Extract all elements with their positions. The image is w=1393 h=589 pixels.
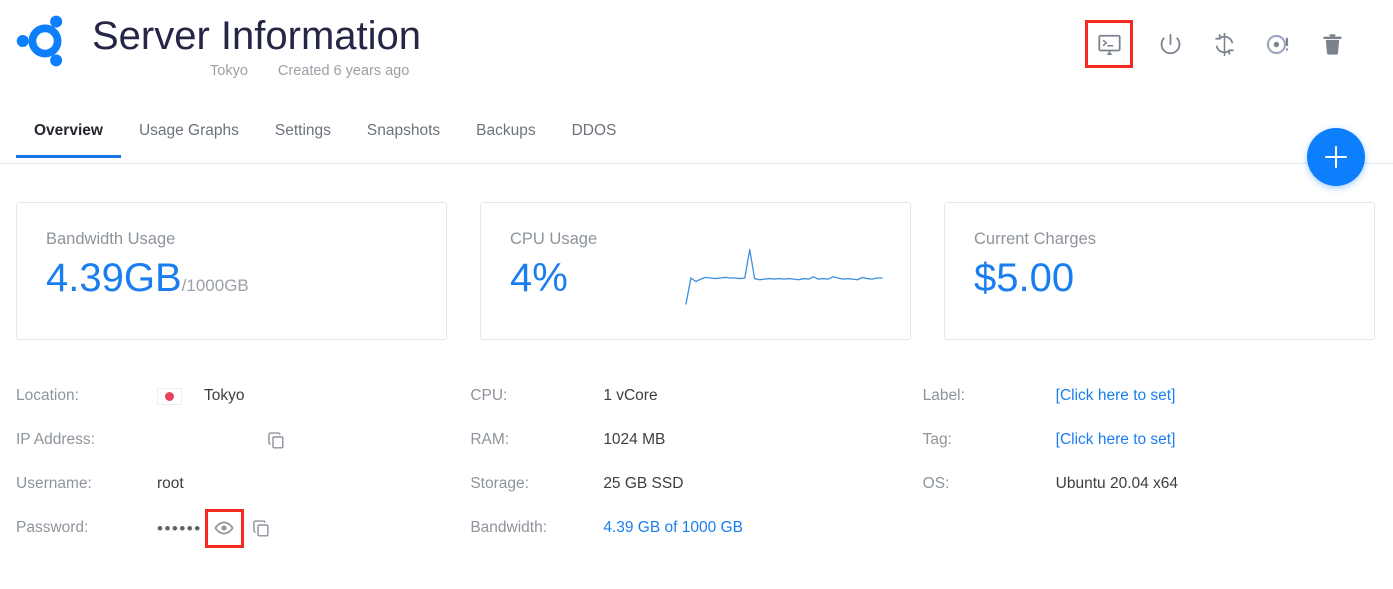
detail-key: Location: (16, 387, 79, 404)
restart-icon[interactable] (1197, 20, 1251, 68)
page-header: Server Information Tokyo Created 6 years… (0, 0, 1393, 108)
card-value-main: $5.00 (974, 256, 1075, 300)
details-column-2: CPU: 1 vCore RAM: 1024 MB Storage: 25 GB… (470, 374, 922, 550)
copy-icon[interactable] (263, 427, 289, 453)
card-cpu-usage: CPU Usage 4% (480, 202, 911, 340)
detail-key: CPU: (470, 387, 508, 404)
trash-icon[interactable] (1305, 20, 1359, 68)
tab-backups[interactable]: Backups (458, 108, 553, 157)
detail-key: Tag: (922, 431, 952, 448)
detail-value: Tokyo (157, 387, 245, 405)
power-icon[interactable] (1143, 20, 1197, 68)
detail-row-bandwidth: Bandwidth: 4.39 GB of 1000 GB (470, 506, 922, 550)
server-details: Location: Tokyo IP Address: Username: ro… (0, 340, 1393, 550)
detail-row-os: OS: Ubuntu 20.04 x64 (923, 462, 1377, 506)
detail-row-storage: Storage: 25 GB SSD (470, 462, 922, 506)
details-column-3: Label: [Click here to set] Tag: [Click h… (923, 374, 1377, 550)
detail-row-location: Location: Tokyo (16, 374, 470, 418)
detail-key: Storage: (470, 475, 529, 492)
tab-usage-graphs[interactable]: Usage Graphs (121, 108, 257, 157)
detail-value: 25 GB SSD (603, 475, 684, 492)
set-tag-link[interactable]: [Click here to set] (1056, 431, 1176, 449)
eye-icon[interactable] (204, 508, 244, 548)
detail-row-cpu: CPU: 1 vCore (470, 374, 922, 418)
server-region: Tokyo (210, 63, 248, 79)
detail-value: •••••• (157, 508, 275, 548)
detail-key: Bandwidth: (470, 519, 548, 536)
card-bandwidth-usage: Bandwidth Usage 4.39GB/1000GB (16, 202, 447, 340)
detail-value (157, 427, 289, 453)
add-button[interactable] (1307, 128, 1365, 186)
detail-value: Ubuntu 20.04 x64 (1055, 475, 1179, 492)
server-information-page: Server Information Tokyo Created 6 years… (0, 0, 1393, 589)
details-column-1: Location: Tokyo IP Address: Username: ro… (16, 374, 470, 550)
tab-snapshots[interactable]: Snapshots (349, 108, 458, 157)
tab-ddos[interactable]: DDOS (554, 108, 635, 157)
detail-row-tag: Tag: [Click here to set] (923, 418, 1377, 462)
cpu-sparkline-chart (685, 248, 883, 305)
card-value-main: 4.39GB (46, 256, 182, 300)
header-actions (1085, 20, 1359, 68)
page-subtitle: Tokyo Created 6 years ago (92, 63, 421, 79)
card-current-charges: Current Charges $5.00 (944, 202, 1375, 340)
detail-value: 1024 MB (603, 431, 666, 448)
tab-overview[interactable]: Overview (16, 108, 121, 158)
card-value-suffix: /1000GB (181, 276, 249, 295)
detail-value: 1 vCore (603, 387, 658, 404)
detail-row-ip-address: IP Address: (16, 418, 470, 462)
card-value-main: 4% (510, 256, 568, 300)
detail-row-label: Label: [Click here to set] (923, 374, 1377, 418)
bandwidth-link[interactable]: 4.39 GB of 1000 GB (603, 519, 743, 537)
detail-key: Label: (922, 387, 965, 404)
detail-key: OS: (922, 475, 950, 492)
title-block: Server Information Tokyo Created 6 years… (92, 12, 421, 79)
page-title: Server Information (92, 14, 422, 58)
japan-flag-icon (157, 387, 182, 405)
tab-bar: Overview Usage Graphs Settings Snapshots… (0, 108, 1393, 186)
server-created: Created 6 years ago (277, 63, 410, 79)
detail-key: Password: (16, 519, 89, 536)
detail-key: IP Address: (16, 431, 95, 448)
card-value: 4.39GB/1000GB (46, 255, 446, 309)
detail-row-password: Password: •••••• (16, 506, 470, 550)
detail-row-ram: RAM: 1024 MB (470, 418, 922, 462)
set-label-link[interactable]: [Click here to set] (1056, 387, 1176, 405)
detail-row-username: Username: root (16, 462, 470, 506)
card-value: $5.00 (974, 255, 1374, 301)
detail-value: root (157, 475, 184, 492)
plus-icon (1325, 146, 1347, 168)
detail-key: RAM: (470, 431, 510, 448)
stat-cards: Bandwidth Usage 4.39GB/1000GB CPU Usage … (0, 164, 1393, 340)
tab-settings[interactable]: Settings (257, 108, 349, 157)
copy-icon[interactable] (249, 515, 275, 541)
console-icon[interactable] (1085, 20, 1133, 68)
location-value: Tokyo (204, 387, 245, 404)
ubuntu-logo-icon (14, 10, 76, 72)
card-label: Current Charges (974, 230, 1096, 248)
iso-icon[interactable] (1251, 20, 1305, 68)
detail-key: Username: (16, 475, 92, 492)
password-masked-value: •••••• (157, 518, 202, 538)
card-label: Bandwidth Usage (46, 230, 176, 248)
